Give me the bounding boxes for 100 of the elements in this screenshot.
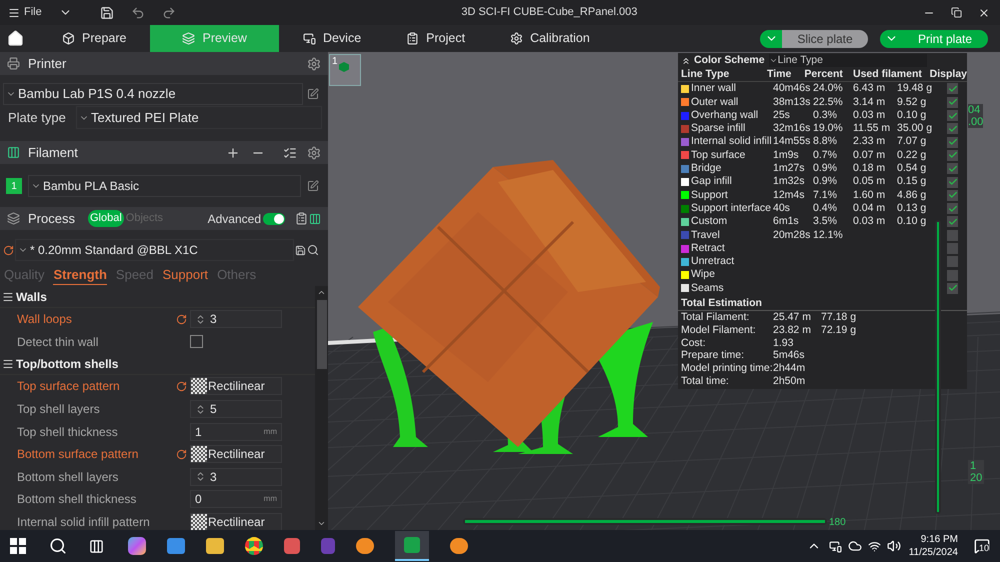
advanced-switch[interactable] bbox=[263, 212, 285, 224]
filament-dropdown[interactable]: Bambu PLA Basic bbox=[28, 175, 301, 197]
monitor-icon[interactable] bbox=[167, 538, 185, 554]
app-icon[interactable] bbox=[450, 538, 468, 554]
nav-tab[interactable]: Calibration bbox=[489, 25, 611, 52]
total-label: Total Filament: bbox=[681, 311, 750, 324]
app-icon[interactable] bbox=[128, 537, 146, 555]
volume-icon[interactable] bbox=[886, 539, 901, 553]
settings-tab[interactable]: Strength bbox=[53, 264, 107, 286]
printer-dropdown[interactable]: Bambu Lab P1S 0.4 nozzle bbox=[3, 83, 303, 105]
number-field[interactable]: 1 mm bbox=[190, 422, 282, 441]
reset-icon[interactable] bbox=[176, 380, 186, 392]
save-icon[interactable] bbox=[295, 244, 306, 256]
add-icon[interactable] bbox=[226, 146, 240, 160]
browser-icon[interactable] bbox=[245, 537, 263, 555]
check-icon bbox=[948, 124, 958, 134]
search-icon[interactable] bbox=[307, 244, 319, 256]
close-icon[interactable] bbox=[978, 6, 990, 18]
display-checkbox[interactable] bbox=[947, 110, 958, 122]
device-icon bbox=[302, 32, 316, 45]
number-field[interactable]: 0 mm bbox=[190, 490, 282, 508]
app-icon[interactable] bbox=[284, 538, 300, 554]
network-icon[interactable] bbox=[868, 540, 881, 552]
search-icon[interactable] bbox=[49, 537, 67, 555]
collapse-icon[interactable] bbox=[681, 56, 691, 66]
display-checkbox[interactable] bbox=[947, 150, 958, 161]
display-checkbox[interactable] bbox=[947, 282, 958, 294]
pattern-dropdown[interactable]: Rectilinear bbox=[190, 377, 282, 396]
restore-icon[interactable] bbox=[951, 7, 962, 18]
plate-thumbnail[interactable]: 1 bbox=[329, 54, 361, 86]
nav-tab[interactable]: Project bbox=[385, 25, 486, 52]
device-icon[interactable] bbox=[828, 540, 842, 552]
display-checkbox[interactable] bbox=[947, 190, 958, 201]
table-cell-text: 19.0% bbox=[813, 122, 844, 136]
clock[interactable]: 9:16 PM 11/25/2024 bbox=[908, 533, 958, 559]
scrollbar[interactable] bbox=[315, 286, 328, 530]
display-checkbox[interactable] bbox=[947, 256, 958, 268]
display-checkbox[interactable] bbox=[947, 136, 958, 148]
layer-slider-track[interactable] bbox=[935, 220, 941, 514]
move-slider-track[interactable] bbox=[463, 518, 827, 525]
display-checkbox[interactable] bbox=[947, 270, 958, 281]
table-cell-text: 0.7% bbox=[813, 148, 838, 162]
pattern-dropdown[interactable]: Rectilinear bbox=[190, 513, 282, 530]
number-field[interactable]: 3 bbox=[190, 468, 282, 486]
edit-icon[interactable] bbox=[307, 180, 319, 192]
undo-icon[interactable] bbox=[130, 6, 145, 20]
display-checkbox[interactable] bbox=[947, 203, 958, 214]
preset-dropdown[interactable]: * 0.20mm Standard @BBL X1C bbox=[15, 239, 294, 261]
table-cell-text: 0.04 m bbox=[853, 202, 886, 216]
plate-type-dropdown[interactable]: Textured PEI Plate bbox=[76, 106, 322, 129]
redo-icon[interactable] bbox=[162, 6, 176, 20]
display-checkbox[interactable] bbox=[947, 216, 958, 228]
settings-icon[interactable] bbox=[307, 56, 321, 70]
list-icon[interactable] bbox=[295, 212, 308, 225]
checkbox[interactable] bbox=[190, 335, 203, 348]
color-scheme-dropdown[interactable]: Line Type bbox=[768, 54, 927, 68]
display-checkbox[interactable] bbox=[947, 243, 958, 254]
reset-icon[interactable] bbox=[3, 244, 14, 256]
display-checkbox[interactable] bbox=[947, 176, 958, 188]
pattern-dropdown[interactable]: Rectilinear bbox=[190, 445, 282, 464]
table-cell-text: 6.43 m bbox=[853, 82, 886, 96]
layers-icon bbox=[182, 32, 196, 45]
scrollbar-thumb[interactable] bbox=[316, 300, 326, 369]
table-cell-text: 3.14 m bbox=[853, 96, 886, 109]
display-checkbox[interactable] bbox=[947, 123, 958, 134]
spin-icon[interactable] bbox=[195, 404, 206, 415]
edit-icon[interactable] bbox=[307, 88, 319, 100]
spin-icon[interactable] bbox=[195, 314, 206, 325]
display-checkbox[interactable] bbox=[947, 163, 958, 174]
app-icon[interactable] bbox=[395, 531, 429, 561]
spin-icon[interactable] bbox=[195, 471, 206, 482]
reset-icon[interactable] bbox=[176, 314, 186, 325]
nav-tab[interactable]: Prepare bbox=[41, 25, 148, 52]
file-menu[interactable]: File bbox=[8, 4, 42, 21]
table-cell-text: 1m32s bbox=[773, 175, 806, 189]
compare-icon[interactable] bbox=[309, 212, 321, 224]
settings-tab[interactable]: Support bbox=[162, 265, 208, 285]
settings-icon[interactable] bbox=[307, 146, 321, 160]
dropdown-toggle[interactable] bbox=[760, 30, 782, 48]
windows-logo-icon[interactable] bbox=[10, 538, 26, 554]
group-title: Walls bbox=[16, 288, 47, 306]
app-icon[interactable] bbox=[356, 538, 374, 554]
number-field[interactable]: 5 bbox=[190, 400, 282, 418]
task-view-icon[interactable] bbox=[89, 538, 104, 554]
display-checkbox[interactable] bbox=[947, 83, 958, 94]
save-icon[interactable] bbox=[100, 6, 114, 20]
number-field[interactable]: 3 bbox=[190, 310, 282, 328]
reset-icon[interactable] bbox=[176, 448, 186, 460]
dropdown-toggle[interactable] bbox=[880, 30, 902, 48]
display-checkbox[interactable] bbox=[947, 230, 958, 241]
table-cell-text: 35.00 g bbox=[897, 122, 934, 136]
table-cell-text: 0.22 g bbox=[897, 148, 928, 162]
folder-icon[interactable] bbox=[206, 538, 224, 554]
table-cell-text: 22.5% bbox=[813, 96, 844, 109]
cloud-icon[interactable] bbox=[848, 539, 862, 553]
home-icon[interactable] bbox=[7, 30, 24, 47]
nav-tab[interactable]: Device bbox=[282, 25, 382, 52]
scroll-up-icon[interactable] bbox=[317, 288, 326, 297]
scroll-down-icon[interactable] bbox=[317, 519, 326, 528]
display-checkbox[interactable] bbox=[947, 96, 958, 108]
